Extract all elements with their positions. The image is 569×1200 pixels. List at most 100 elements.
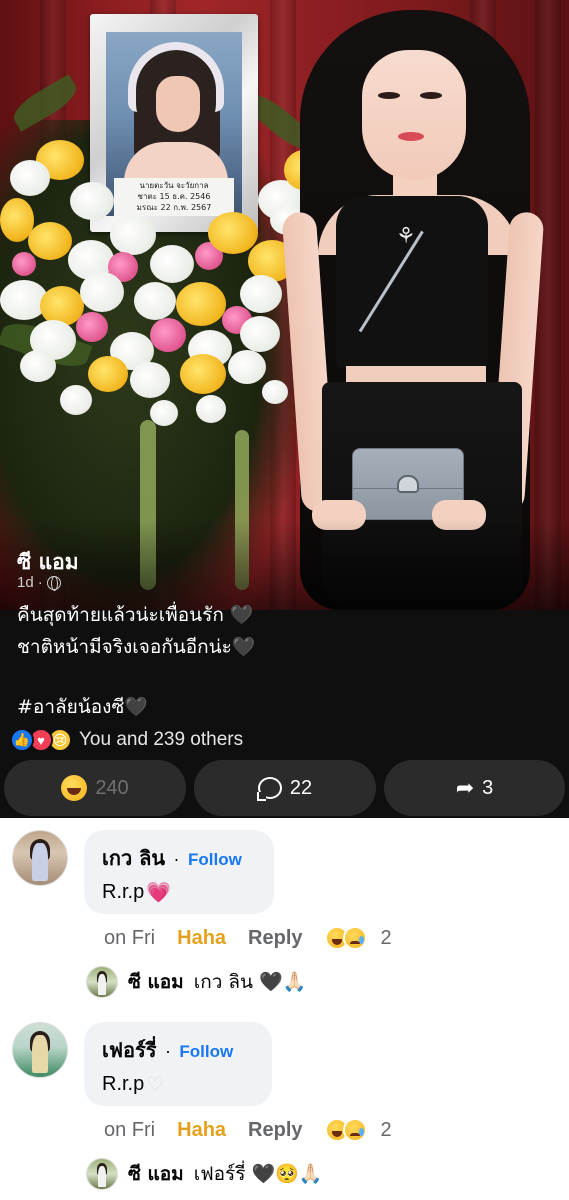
comment-actions: on Fri Haha Reply 2 bbox=[104, 1118, 392, 1142]
sad-emoji-icon bbox=[342, 926, 367, 950]
white-heart-icon: ♡ bbox=[146, 1074, 165, 1096]
reply-preview[interactable]: ซี แอม เฟอร์รี่ 🖤🥺🙏🏻 bbox=[86, 1158, 322, 1190]
comment-react-count: 2 bbox=[380, 1118, 392, 1141]
follow-button[interactable]: Follow bbox=[179, 1042, 233, 1061]
post-meta: 1d · bbox=[17, 574, 61, 591]
flower bbox=[70, 182, 114, 220]
comment-text: R.r.p bbox=[102, 881, 145, 903]
share-count: 3 bbox=[482, 776, 494, 799]
person-top bbox=[336, 196, 488, 368]
portrait-label-line: นายตะวัน จะวัยกาล bbox=[139, 181, 209, 190]
comment-text-row: R.r.p 💗 bbox=[102, 880, 256, 905]
separator-dot: · bbox=[164, 1041, 171, 1061]
comment-author[interactable]: เฟอร์รี่ bbox=[102, 1038, 157, 1062]
post-time[interactable]: 1d bbox=[17, 574, 34, 591]
flower bbox=[80, 272, 124, 312]
comment-bubble[interactable]: เฟอร์รี่ · Follow R.r.p ♡ bbox=[84, 1022, 272, 1106]
reply-author[interactable]: ซี แอม bbox=[128, 967, 184, 997]
flower bbox=[180, 354, 226, 394]
comment-author[interactable]: เกว ลิน bbox=[102, 846, 165, 870]
avatar[interactable] bbox=[12, 830, 68, 886]
separator-dot: · bbox=[173, 849, 180, 869]
avatar-figure bbox=[97, 1165, 107, 1187]
avatar bbox=[86, 1158, 118, 1190]
haha-emoji-icon bbox=[61, 775, 88, 801]
reactions-summary-text: You and 239 others bbox=[79, 729, 244, 750]
comment-reactions[interactable] bbox=[324, 926, 367, 950]
flower bbox=[88, 356, 128, 392]
like-icon: 👍 bbox=[10, 728, 34, 752]
post-caption-line: คืนสุดท้ายแล้วน่ะเพื่อนรัก 🖤 bbox=[17, 604, 254, 626]
portrait-face bbox=[156, 76, 200, 132]
flower bbox=[228, 350, 266, 384]
person-face bbox=[362, 50, 466, 180]
reply-text: เฟอร์รี่ 🖤🥺🙏🏻 bbox=[193, 1163, 323, 1185]
avatar-figure bbox=[32, 1034, 48, 1073]
portrait-name-label: นายตะวัน จะวัยกาล ชาตะ 15 ธ.ค. 2546 มรณะ… bbox=[114, 178, 234, 216]
haha-button[interactable]: Haha bbox=[177, 1119, 226, 1142]
person-eye bbox=[420, 92, 442, 99]
photo-shade bbox=[0, 520, 569, 610]
comment-text: R.r.p bbox=[102, 1073, 145, 1095]
flower bbox=[110, 215, 156, 255]
share-icon: ➦ bbox=[455, 775, 475, 800]
comment-icon bbox=[256, 777, 282, 801]
comment-reactions[interactable] bbox=[324, 1118, 367, 1142]
avatar-figure bbox=[97, 973, 107, 995]
flower bbox=[130, 362, 170, 398]
comment-bubble[interactable]: เกว ลิน · Follow R.r.p 💗 bbox=[84, 830, 274, 914]
comment-react-count: 2 bbox=[380, 926, 392, 949]
memorial-portrait-frame: นายตะวัน จะวัยกาล ชาตะ 15 ธ.ค. 2546 มรณะ… bbox=[90, 14, 258, 232]
flower bbox=[76, 312, 108, 342]
reactions-summary[interactable]: 👍 ♥ 😢 You and 239 others bbox=[10, 727, 243, 753]
react-button[interactable]: 240 bbox=[4, 760, 186, 816]
curtain-fold bbox=[535, 0, 561, 610]
flower bbox=[12, 252, 36, 276]
react-count: 240 bbox=[95, 776, 129, 799]
person-lips bbox=[398, 132, 424, 141]
flower bbox=[134, 282, 176, 320]
flower bbox=[150, 318, 186, 352]
flower bbox=[196, 395, 226, 423]
comment-time[interactable]: on Fri bbox=[104, 1119, 155, 1142]
avatar[interactable] bbox=[12, 1022, 68, 1078]
avatar-figure bbox=[32, 842, 48, 881]
handbag-clasp bbox=[397, 475, 419, 493]
reply-author[interactable]: ซี แอม bbox=[128, 1159, 184, 1189]
portrait-label-line: ชาตะ 15 ธ.ค. 2546 bbox=[137, 192, 211, 201]
person-eye bbox=[378, 92, 400, 99]
flower bbox=[10, 160, 50, 196]
flower bbox=[240, 275, 282, 313]
pink-heart-icon: 💗 bbox=[146, 882, 172, 904]
flower bbox=[262, 380, 288, 404]
reply-button[interactable]: Reply bbox=[248, 1119, 302, 1142]
follow-button[interactable]: Follow bbox=[188, 850, 242, 869]
sad-emoji-icon bbox=[342, 1118, 367, 1142]
comment-text-row: R.r.p ♡ bbox=[102, 1072, 254, 1097]
reply-button[interactable]: Reply bbox=[248, 927, 302, 950]
flower bbox=[208, 212, 258, 254]
flower bbox=[20, 350, 56, 382]
comment-button[interactable]: 22 bbox=[194, 760, 376, 816]
share-button[interactable]: ➦ 3 bbox=[384, 760, 565, 816]
flower bbox=[240, 316, 280, 352]
reply-preview[interactable]: ซี แอม เกว ลิน 🖤🙏🏻 bbox=[86, 966, 306, 998]
comment-time[interactable]: on Fri bbox=[104, 927, 155, 950]
flower bbox=[150, 400, 178, 426]
portrait-label-line: มรณะ 22 ก.พ. 2567 bbox=[136, 203, 212, 212]
flower bbox=[150, 245, 194, 283]
memorial-portrait: นายตะวัน จะวัยกาล ชาตะ 15 ธ.ค. 2546 มรณะ… bbox=[106, 32, 242, 216]
post-photo[interactable]: นายตะวัน จะวัยกาล ชาตะ 15 ธ.ค. 2546 มรณะ… bbox=[0, 0, 569, 610]
flower bbox=[60, 385, 92, 415]
flower bbox=[176, 282, 226, 326]
comment-count: 22 bbox=[289, 776, 313, 799]
globe-icon[interactable] bbox=[46, 575, 61, 591]
post-caption-line: ชาติหน้ามีจริงเจอกันอีกน่ะ🖤 bbox=[17, 636, 256, 658]
avatar bbox=[86, 966, 118, 998]
post-hashtag[interactable]: #อาลัยน้องซี🖤 bbox=[17, 692, 148, 722]
reply-text: เกว ลิน 🖤🙏🏻 bbox=[193, 971, 307, 993]
haha-button[interactable]: Haha bbox=[177, 927, 226, 950]
comment-actions: on Fri Haha Reply 2 bbox=[104, 926, 392, 950]
flower bbox=[28, 222, 72, 260]
meta-separator: · bbox=[37, 574, 43, 591]
